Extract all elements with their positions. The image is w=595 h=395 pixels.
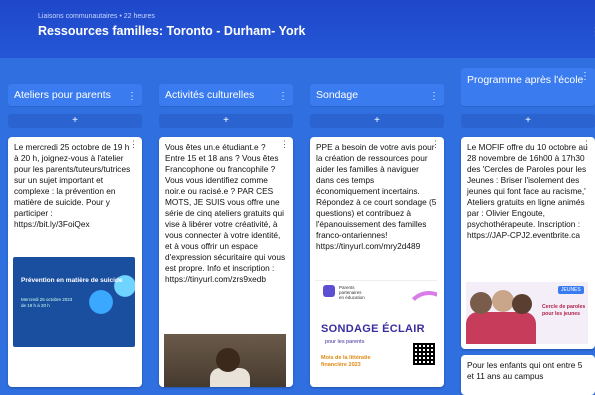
person-head [492,290,514,312]
column-ateliers: Ateliers pour parents ⋮ + ⋮ Le mercredi … [8,84,142,387]
column-activites: Activités culturelles ⋮ + ⋮ Vous êtes un… [159,84,293,387]
column-title: Ateliers pour parents [14,89,111,101]
board-meta: Liaisons communautaires • 22 heures [38,13,155,20]
group-figure [466,312,536,344]
column-title: Activités culturelles [165,89,255,101]
column-more-icon[interactable]: ⋮ [278,86,288,108]
image-subtitle: Mercredi 25 octobre 2023 de 19 h à 20 h [21,297,73,308]
column-more-icon[interactable]: ⋮ [429,86,439,108]
post-image[interactable]: Parents partenaires en éducation SONDAGE… [315,280,437,386]
column-header[interactable]: Activités culturelles ⋮ [159,84,293,106]
add-post-button[interactable]: + [461,114,595,128]
board-title: Ressources familles: Toronto - Durham- Y… [38,24,306,38]
post-text: Le MOFIF offre du 10 octobre au 28 novem… [467,142,590,240]
post-card[interactable]: ⋮ Le mercredi 25 octobre de 19 h à 20 h,… [8,137,142,387]
post-image[interactable]: Prévention en matière de suicide Mercred… [13,257,135,347]
card-more-icon[interactable]: ⋮ [582,139,591,150]
image-subtitle: pour les parents [325,339,365,345]
add-post-button[interactable]: + [159,114,293,128]
add-post-button[interactable]: + [310,114,444,128]
post-card[interactable]: ⋮ PPE a besoin de votre avis pour la cré… [310,137,444,387]
card-more-icon[interactable]: ⋮ [431,139,440,150]
column-sondage: Sondage ⋮ + ⋮ PPE a besoin de votre avis… [310,84,444,387]
image-title: Cercle de paroles pour les jeunes [542,304,586,317]
post-text: PPE a besoin de votre avis pour la créat… [316,142,437,251]
image-title: Prévention en matière de suicide [21,277,123,284]
column-header[interactable]: Sondage ⋮ [310,84,444,106]
column-header[interactable]: Programme après l'école ⋮ [461,68,595,106]
partner-logo-icon [323,285,335,297]
column-title: Sondage [316,89,359,101]
column-more-icon[interactable]: ⋮ [127,86,137,108]
post-text: Vous êtes un.e étudiant.e ? Entre 15 et … [165,142,286,284]
image-footer: Mois de la littératie financière 2023 [321,355,371,368]
post-card[interactable]: ⋮ Le MOFIF offre du 10 octobre au 28 nov… [461,137,595,349]
person-head [216,348,240,372]
column-programme: Programme après l'école ⋮ + ⋮ Le MOFIF o… [461,68,595,395]
header-more-icon[interactable]: ⋮ [590,24,595,40]
column-header[interactable]: Ateliers pour parents ⋮ [8,84,142,106]
column-title: Programme après l'école [467,74,584,86]
board-header: Liaisons communautaires • 22 heures Ress… [0,0,595,58]
post-image[interactable] [164,334,286,387]
wave-graphic [83,262,135,342]
image-title: SONDAGE ÉCLAIR [321,323,425,335]
post-card[interactable]: Pour les enfants qui ont entre 5 et 11 a… [461,355,595,395]
card-more-icon[interactable]: ⋮ [129,139,138,150]
post-text: Pour les enfants qui ont entre 5 et 11 a… [467,360,585,381]
post-text: Le mercredi 25 octobre de 19 h à 20 h, j… [14,142,131,229]
person-head [470,292,492,314]
column-more-icon[interactable]: ⋮ [580,70,590,84]
add-post-button[interactable]: + [8,114,142,128]
post-card[interactable]: ⋮ Vous êtes un.e étudiant.e ? Entre 15 e… [159,137,293,387]
post-image[interactable]: JEUNES Cercle de paroles pour les jeunes [466,282,588,344]
jeunes-badge: JEUNES [558,286,584,294]
qr-code-icon [413,343,435,365]
logo-text: Parents partenaires en éducation [339,285,365,300]
person-head [512,294,532,314]
card-more-icon[interactable]: ⋮ [280,139,289,150]
